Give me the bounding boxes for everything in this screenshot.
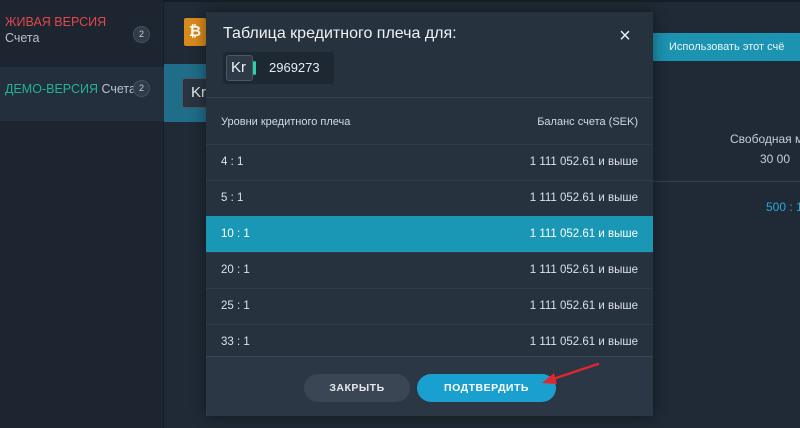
dialog-title: Таблица кредитного плеча для: (223, 25, 457, 42)
balance-cell: 1 111 052.61 и выше (529, 228, 638, 240)
demo-version-label: ДЕМО-ВЕРСИЯ (5, 82, 99, 96)
column-header-balance: Баланс счета (SEK) (537, 116, 638, 128)
leverage-cell: 20 : 1 (221, 264, 250, 276)
balance-cell: 1 111 052.61 и выше (529, 264, 638, 276)
leverage-cell: 5 : 1 (221, 192, 244, 204)
leverage-link[interactable]: 500 : 1 (766, 200, 800, 214)
leverage-cell: 4 : 1 (221, 156, 244, 168)
account-type-icon: Kr (182, 78, 208, 108)
close-icon[interactable]: × (617, 26, 633, 46)
account-number: 2969273 (269, 60, 320, 75)
account-chip: Kr 2969273 (223, 52, 334, 84)
live-accounts-count-badge: 2 (133, 26, 150, 43)
account-status-indicator (253, 61, 256, 75)
table-row-selected[interactable]: 10 : 1 1 111 052.61 и выше (206, 216, 653, 252)
leverage-table-dialog: Таблица кредитного плеча для: × Kr 29692… (206, 12, 653, 416)
account-currency-icon: Kr (226, 55, 253, 81)
sidebar-item-live-accounts[interactable]: ЖИВАЯ ВЕРСИЯ Счета 2 (0, 0, 164, 54)
free-margin-label: Свободная м (730, 132, 800, 146)
annotation-arrow-icon (542, 362, 600, 384)
leverage-cell: 10 : 1 (221, 228, 250, 240)
leverage-table: Уровни кредитного плеча Баланс счета (SE… (206, 97, 653, 360)
table-row[interactable]: 20 : 1 1 111 052.61 и выше (206, 252, 653, 288)
demo-accounts-count-badge: 2 (133, 80, 150, 97)
free-margin-value: 30 00 (760, 152, 791, 166)
sidebar: ЖИВАЯ ВЕРСИЯ Счета 2 ДЕМО-ВЕРСИЯ Счета 2 (0, 0, 164, 428)
leverage-cell: 33 : 1 (221, 336, 250, 348)
table-row[interactable]: 33 : 1 1 111 052.61 и выше (206, 324, 653, 360)
balance-cell: 1 111 052.61 и выше (529, 156, 638, 168)
balance-cell: 1 111 052.61 и выше (529, 336, 638, 348)
table-row[interactable]: 5 : 1 1 111 052.61 и выше (206, 180, 653, 216)
balance-cell: 1 111 052.61 и выше (529, 300, 638, 312)
table-header: Уровни кредитного плеча Баланс счета (SE… (206, 97, 653, 144)
close-button[interactable]: ЗАКРЫТЬ (304, 374, 410, 402)
sidebar-item-demo-accounts[interactable]: ДЕМО-ВЕРСИЯ Счета 2 (0, 67, 164, 121)
table-row[interactable]: 25 : 1 1 111 052.61 и выше (206, 288, 653, 324)
bitcoin-icon: ₿ (184, 18, 206, 46)
leverage-cell: 25 : 1 (221, 300, 250, 312)
table-row[interactable]: 4 : 1 1 111 052.61 и выше (206, 144, 653, 180)
column-header-leverage: Уровни кредитного плеча (221, 116, 351, 128)
balance-cell: 1 111 052.61 и выше (529, 192, 638, 204)
divider (653, 181, 800, 182)
top-strip (164, 0, 800, 2)
demo-accounts-label: Счета (101, 82, 136, 96)
use-this-account-button[interactable]: Использовать этот счё (653, 33, 800, 61)
